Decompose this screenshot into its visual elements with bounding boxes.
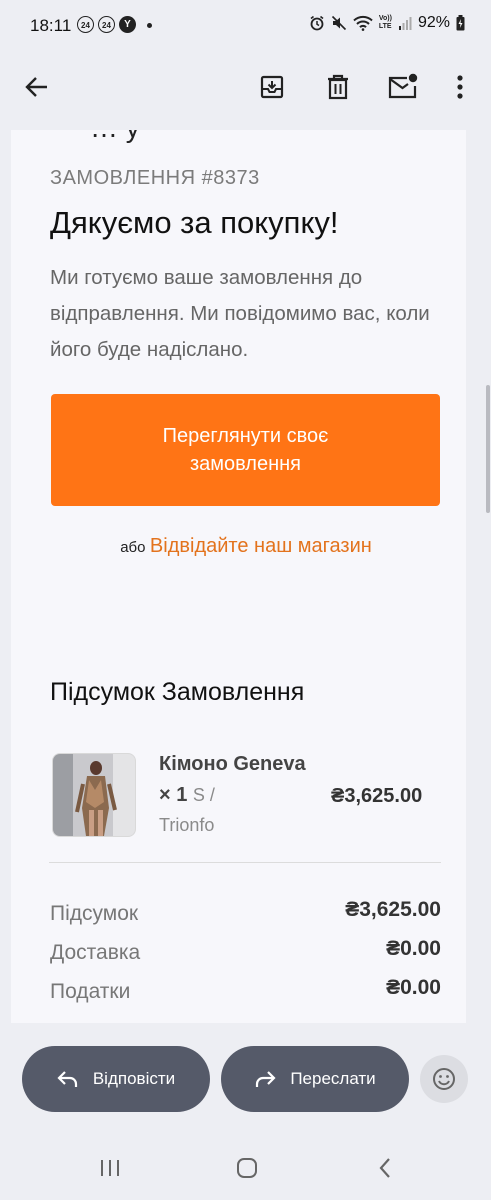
summary-divider — [49, 862, 441, 863]
more-vert-icon — [457, 75, 463, 99]
emoji-reaction-button[interactable] — [420, 1055, 468, 1103]
lead-text: Ми готуємо ваше замовлення до відправлен… — [50, 266, 430, 361]
mark-unread-icon — [388, 73, 418, 99]
signal-icon — [398, 17, 412, 30]
clipped-heading: … у — [90, 130, 140, 144]
email-body[interactable]: … у ЗАМОВЛЕННЯ #8373 Дякуємо за покупку!… — [11, 130, 466, 1023]
home-button[interactable] — [227, 1150, 267, 1186]
order-number: ЗАМОВЛЕННЯ #8373 — [50, 167, 260, 189]
wifi-icon — [353, 15, 373, 31]
view-order-button[interactable]: Переглянути своє замовлення — [51, 394, 440, 506]
view-order-label: Переглянути своє замовлення — [162, 425, 329, 475]
product-thumbnail[interactable] — [52, 753, 136, 837]
more-notifications-dot-icon — [147, 23, 152, 28]
back-arrow-icon — [25, 77, 47, 97]
subtotal-label: Підсумок — [50, 902, 139, 925]
thanks-title: Дякуємо за покупку! — [50, 205, 339, 240]
alarm-icon — [310, 15, 324, 31]
or-text: або — [120, 539, 146, 556]
product-store: Trionfo — [159, 815, 215, 835]
mark-unread-button[interactable] — [386, 70, 420, 104]
emoji-icon — [433, 1068, 455, 1090]
app-bar — [0, 52, 491, 122]
more-options-button[interactable] — [443, 70, 477, 104]
recent-apps-button[interactable] — [90, 1150, 130, 1186]
reply-icon — [57, 1071, 77, 1087]
mute-icon — [331, 15, 346, 31]
delete-icon — [328, 74, 348, 100]
visit-store-link[interactable]: Відвідайте наш магазин — [150, 535, 372, 557]
forward-label: Переслати — [290, 1069, 376, 1088]
order-summary-title: Підсумок Замовлення — [50, 678, 305, 706]
reply-label: Відповісти — [92, 1069, 176, 1088]
scrollbar-thumb[interactable] — [486, 385, 490, 513]
visit-store-line: або Відвідайте наш магазин — [11, 535, 466, 558]
battery-percent: 92% — [417, 14, 450, 31]
archive-icon — [260, 75, 284, 99]
shipping-row: Доставка ₴0.00 — [50, 937, 441, 971]
battery-charging-icon — [456, 15, 465, 31]
notification-badge-24: 24 — [77, 16, 94, 33]
system-navigation-bar — [0, 1135, 491, 1200]
status-bar: 18:11 24 24 Y Vo)) LTE 92% — [0, 0, 491, 52]
clock: 18:11 — [30, 16, 72, 35]
product-title: Кімоно Geneva × 1 — [159, 753, 306, 806]
shipping-value: ₴0.00 — [386, 937, 441, 960]
product-image — [53, 754, 135, 836]
taxes-label: Податки — [50, 980, 131, 1003]
back-nav-button[interactable] — [365, 1150, 405, 1186]
subtotal-value: ₴3,625.00 — [345, 898, 441, 921]
volte-label: Vo)) LTE — [378, 15, 392, 30]
reply-button[interactable]: Відповісти — [22, 1046, 210, 1112]
shipping-label: Доставка — [50, 941, 141, 964]
forward-button[interactable]: Переслати — [221, 1046, 409, 1112]
back-button[interactable] — [20, 70, 54, 104]
product-name: Кімоно Geneva × 1 S / — [159, 749, 319, 811]
product-variant: S / — [192, 785, 215, 805]
delete-button[interactable] — [321, 70, 355, 104]
archive-button[interactable] — [255, 70, 289, 104]
chevron-left-icon — [379, 1158, 390, 1178]
forward-icon — [256, 1071, 276, 1087]
subtotal-row: Підсумок ₴3,625.00 — [50, 898, 441, 932]
home-icon — [237, 1158, 257, 1178]
notification-badge-24-second: 24 — [98, 16, 115, 33]
recent-apps-icon — [101, 1160, 119, 1176]
taxes-value: ₴0.00 — [386, 976, 441, 999]
yandex-icon: Y — [119, 16, 136, 33]
taxes-row: Податки ₴0.00 — [50, 976, 441, 1010]
product-price: ₴3,625.00 — [331, 785, 423, 807]
